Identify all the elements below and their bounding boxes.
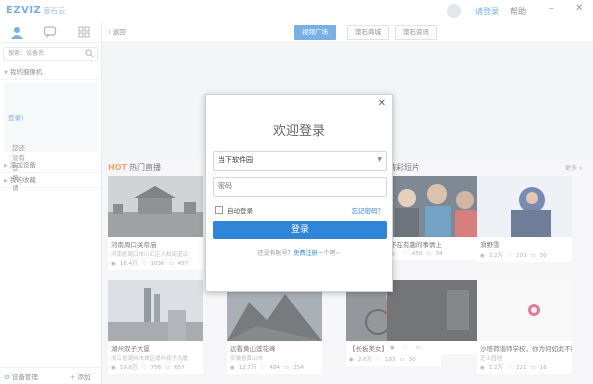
auto-login-checkbox[interactable]: 自动登录 [215,205,253,215]
auto-login-label: 自动登录 [227,207,253,215]
no-account-text: 还没有账号？ [257,250,294,257]
forgot-password-link[interactable]: 忘记密码？ [352,205,385,215]
dropdown-arrow-icon[interactable]: ▼ [377,156,382,163]
dialog-title: 欢迎登录 [272,124,325,139]
register-prompt: 还没有账号？免费注册一个吧~ [206,248,392,257]
account-field: ▼ [213,151,387,171]
register-tail-text: 一个吧~ [317,250,341,257]
password-input[interactable] [214,178,372,194]
register-link[interactable]: 免费注册 [293,250,317,257]
close-icon[interactable]: ✕ [378,98,386,109]
account-input[interactable] [214,152,372,168]
password-field [213,177,387,197]
checkbox-icon [215,206,223,214]
login-dialog: ✕ 欢迎登录 ▼ 自动登录 忘记密码？ 登录 还没有账号？免费注册一个吧~ [205,94,393,292]
login-button[interactable]: 登录 [213,221,387,239]
